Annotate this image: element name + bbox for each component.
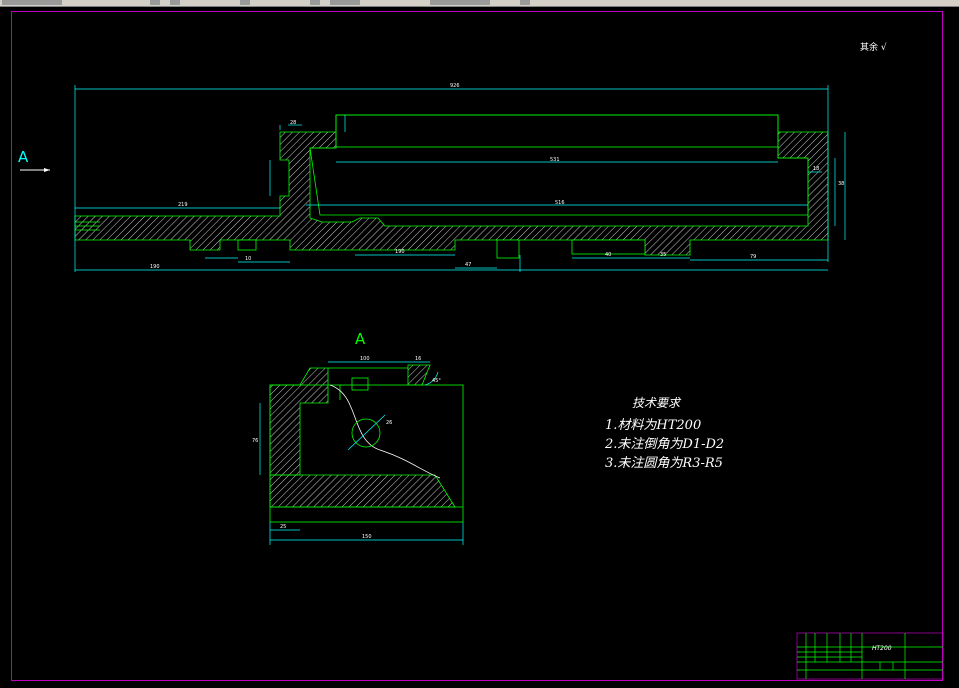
dim-right-height: 38: [838, 181, 844, 187]
main-section-view: 926 531 516 219 28 38 18 190 10 47 40 19…: [20, 83, 846, 272]
tech-req-title: 技术要求: [632, 396, 681, 410]
dim-recess-2: 35: [660, 252, 666, 258]
dim-sec-width: 150: [362, 534, 372, 540]
dim-recess: 40: [605, 252, 611, 258]
tech-req-item-1: 1.材料为HT200: [605, 418, 702, 433]
tech-req-item-3: 3.未注圆角为R3-R5: [605, 456, 723, 471]
dim-top-left: 28: [290, 120, 296, 126]
bottom-recess-3: [237, 239, 257, 251]
dim-sec-hole: 26: [386, 420, 392, 426]
dim-sec-top: 100: [360, 356, 370, 362]
section-view-a: 100 16 45° 26 76 25 150: [252, 356, 464, 545]
dim-overall-length: 926: [450, 83, 460, 89]
dim-right-step: 18: [813, 166, 819, 172]
dim-sec-angle: 45°: [432, 378, 441, 384]
dim-sec-top-right: 16: [415, 356, 421, 362]
dim-bottom-step: 10: [245, 256, 251, 262]
dim-bottom-mid: 47: [465, 262, 471, 268]
bottom-recess-2: [496, 239, 520, 259]
title-block-material: HT200: [872, 645, 892, 652]
dim-bottom-left: 190: [150, 264, 160, 270]
upper-slot: [335, 114, 779, 148]
view-label-main: A: [18, 148, 29, 166]
title-block: [796, 632, 944, 680]
dim-slot-length: 531: [550, 157, 560, 163]
dim-sec-left: 25: [280, 524, 286, 530]
dim-mid-span: 190: [395, 249, 405, 255]
tech-req-item-2: 2.未注倒角为D1-D2: [605, 437, 725, 452]
break-line: [329, 384, 441, 479]
dim-sec-height: 76: [252, 438, 258, 444]
view-arrow-head: [44, 168, 50, 172]
view-label-section: A: [355, 330, 366, 348]
dim-cavity-length: 516: [555, 200, 565, 206]
cad-drawing-canvas[interactable]: 926 531 516 219 28 38 18 190 10 47 40 19…: [0, 0, 959, 688]
dim-left-length: 219: [178, 202, 188, 208]
main-hatched-body: [74, 131, 829, 256]
roughness-note: 其余 √: [860, 43, 887, 53]
dim-bottom-right: 79: [750, 254, 756, 260]
